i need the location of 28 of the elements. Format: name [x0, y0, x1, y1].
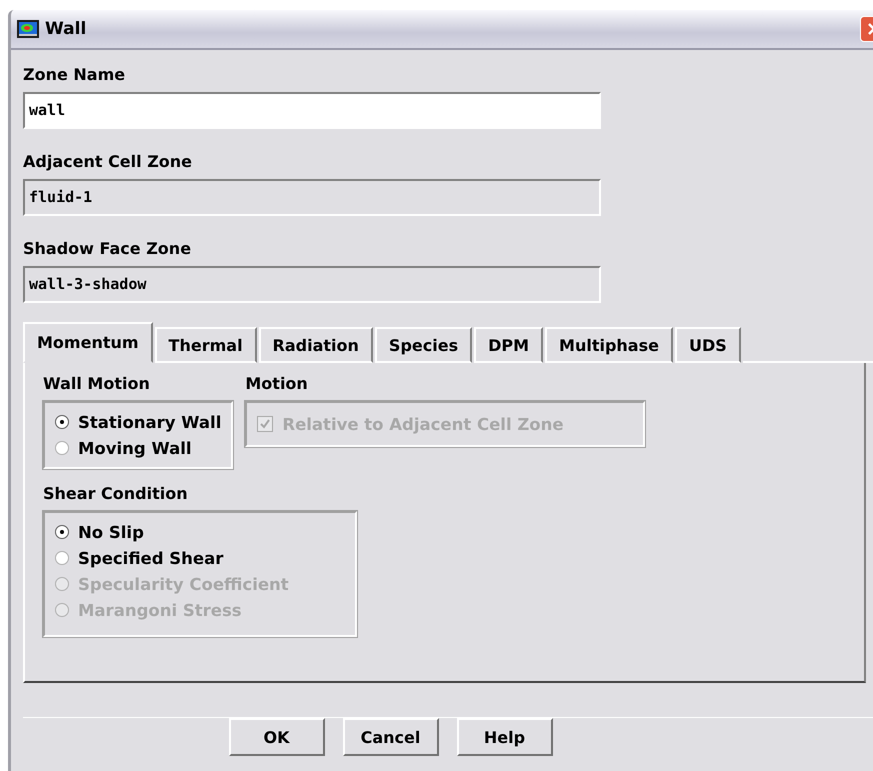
field-label: Shadow Face Zone: [23, 238, 192, 260]
dialog-button[interactable]: Help: [456, 718, 552, 756]
radio-button[interactable]: [55, 415, 69, 429]
window-title: Wall: [45, 19, 88, 39]
group-label: Motion: [245, 373, 309, 395]
tab[interactable]: Radiation: [258, 327, 373, 363]
field-label: Adjacent Cell Zone: [23, 151, 194, 173]
field-label: Zone Name: [23, 64, 126, 86]
app-icon: [17, 20, 39, 38]
dialog-button[interactable]: Cancel: [342, 718, 438, 756]
radio-button[interactable]: [55, 525, 69, 539]
group-label: Shear Condition: [43, 483, 189, 505]
tab[interactable]: UDS: [674, 327, 741, 363]
tab[interactable]: DPM: [474, 327, 544, 363]
tab[interactable]: Species: [374, 327, 472, 363]
dialog-button[interactable]: OK: [228, 718, 324, 756]
radio-label[interactable]: Specified Shear: [78, 548, 224, 568]
tab[interactable]: Multiphase: [545, 327, 673, 363]
tab[interactable]: Momentum: [23, 322, 153, 363]
radio-label[interactable]: Stationary Wall: [78, 412, 222, 432]
radio-button[interactable]: [55, 551, 69, 565]
tab[interactable]: Thermal: [154, 327, 257, 363]
text-field[interactable]: wall: [23, 92, 601, 129]
radio-label[interactable]: No Slip: [78, 522, 144, 542]
radio-label[interactable]: Moving Wall: [78, 438, 192, 458]
radio-button[interactable]: [55, 441, 69, 455]
check-icon: [259, 418, 272, 430]
group-label: Wall Motion: [43, 373, 151, 395]
